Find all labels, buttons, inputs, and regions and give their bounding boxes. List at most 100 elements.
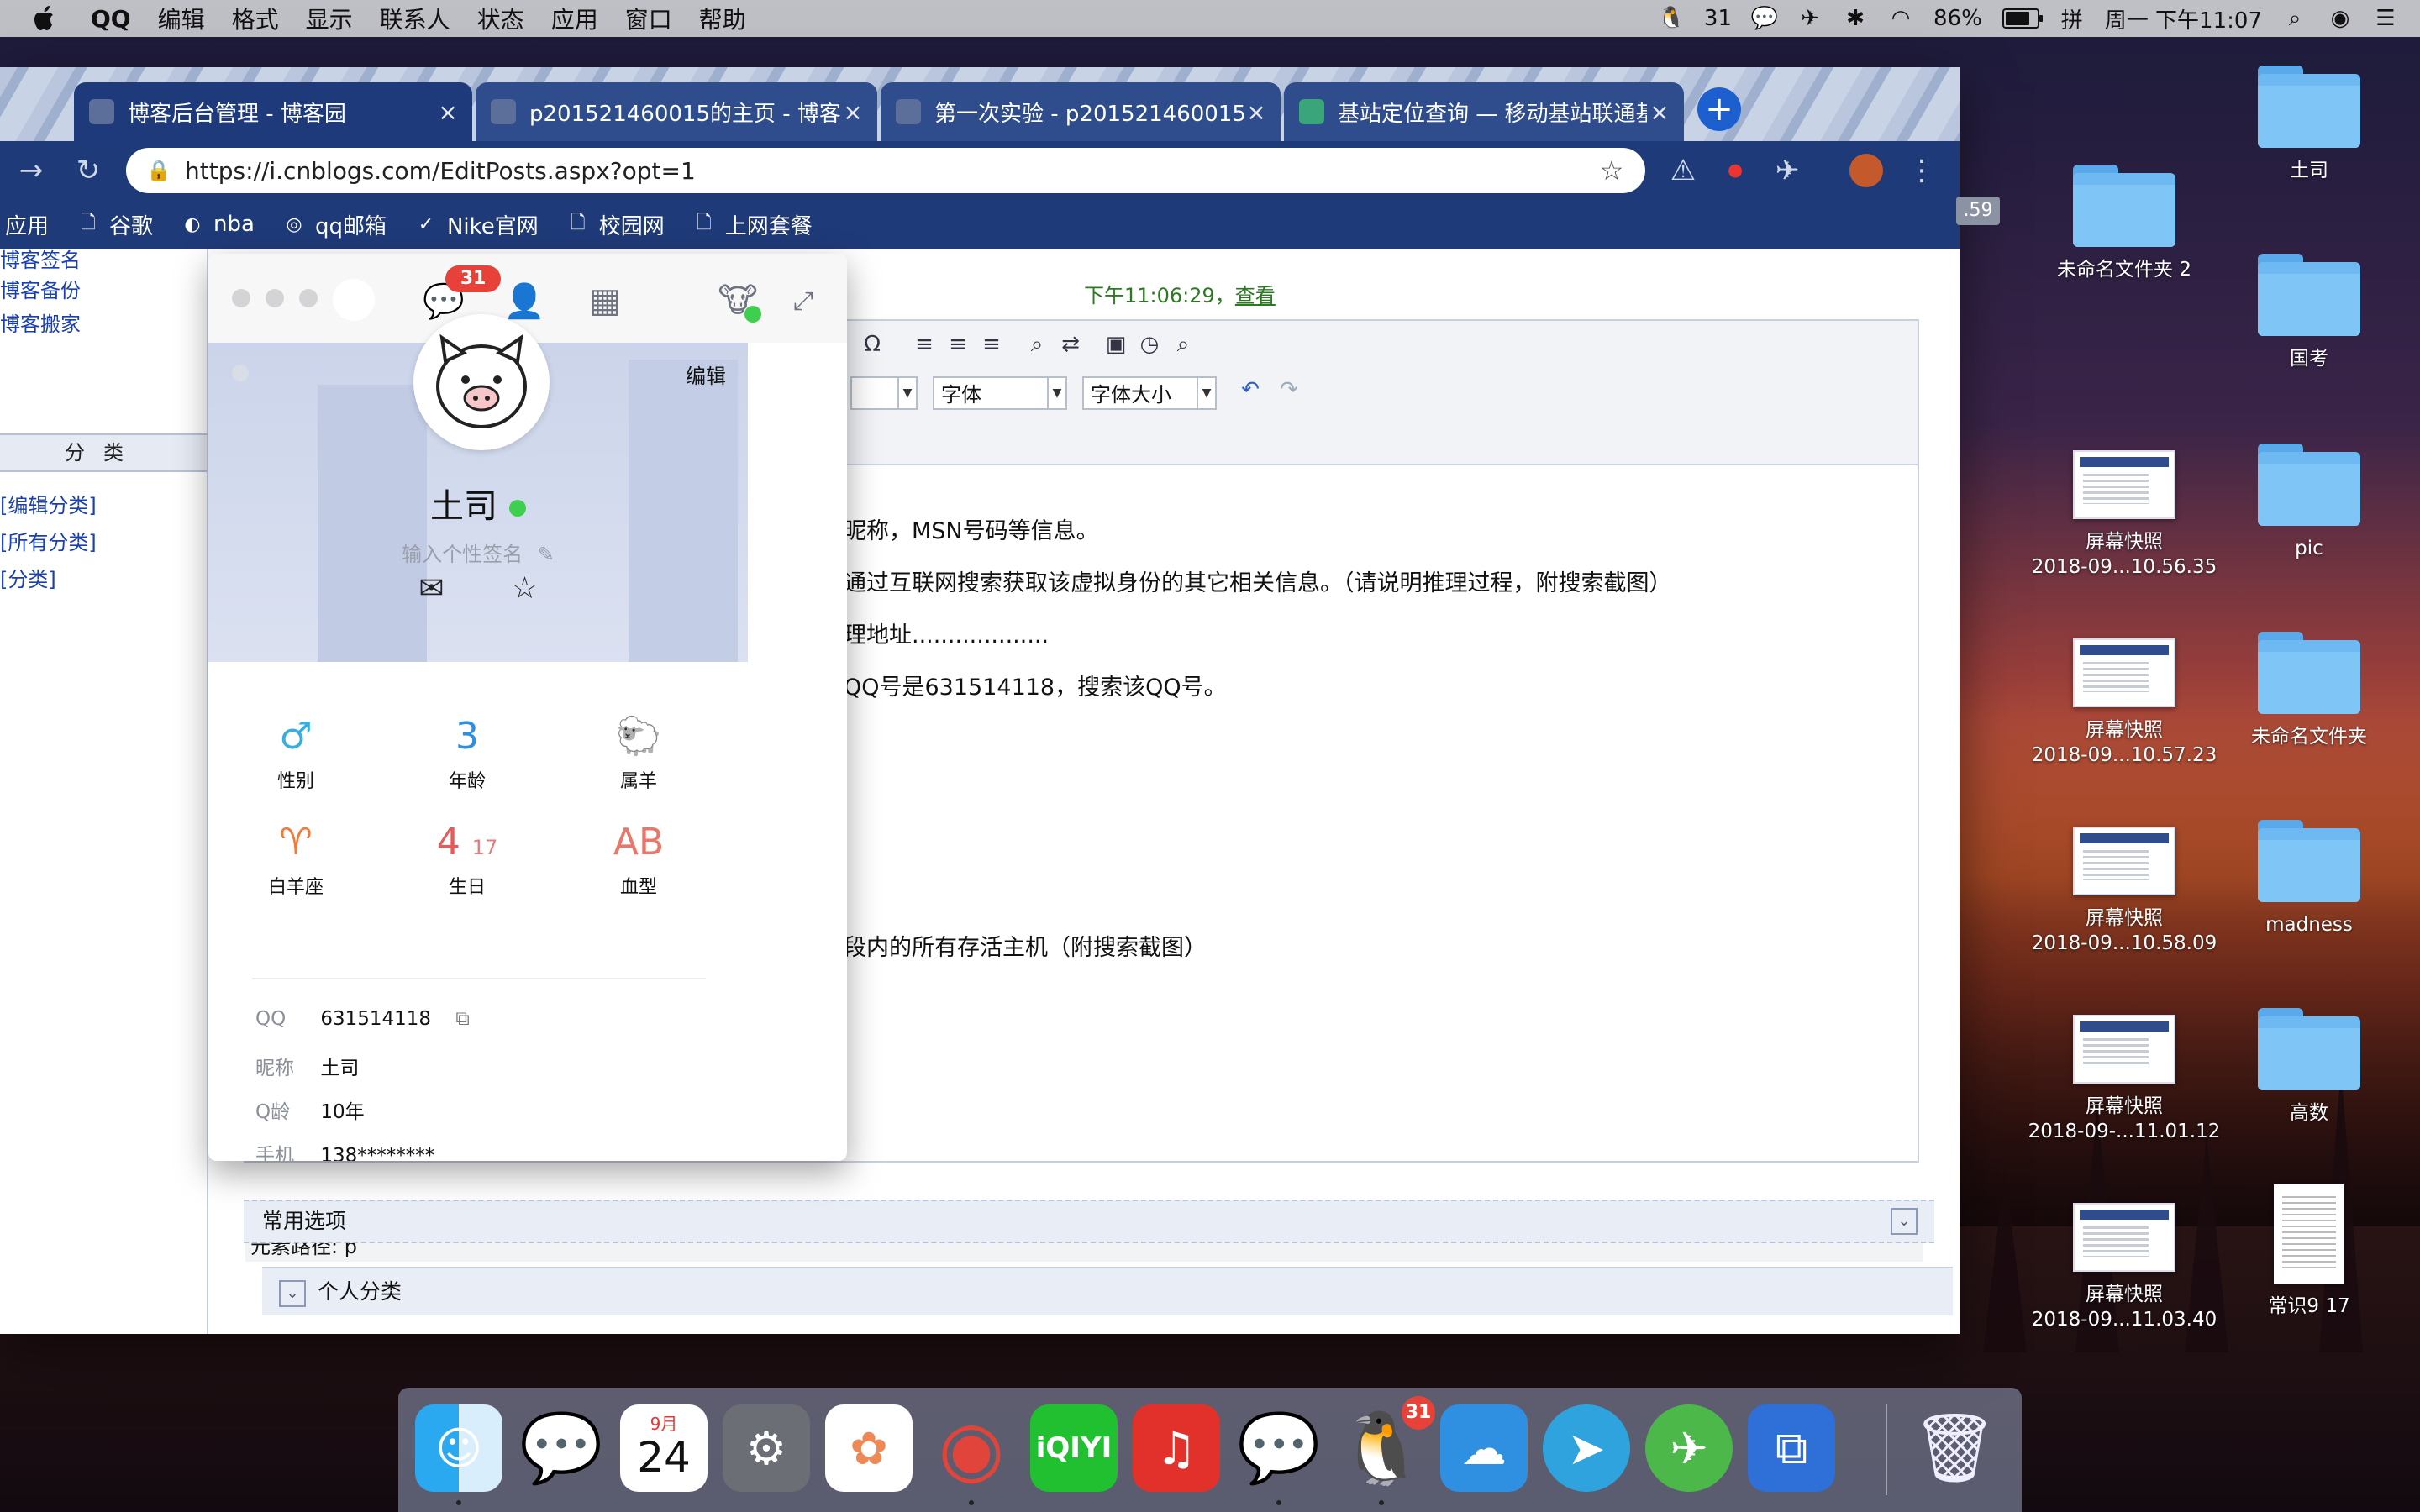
lock-icon[interactable]: 🔒 [146, 159, 171, 182]
font-select[interactable]: 字体 ▼ [933, 376, 1067, 410]
record-extension-icon[interactable]: ⏺ [1716, 151, 1754, 190]
netease-music-icon[interactable]: ♫ [1133, 1404, 1220, 1492]
profile-avatar-pig[interactable] [413, 314, 550, 450]
font-size-select[interactable]: 字体大小 ▼ [1082, 376, 1217, 410]
menubar-clock[interactable]: 周一 下午11:07 [2105, 3, 2262, 34]
menu-app-name[interactable]: QQ [91, 5, 131, 33]
profile-avatar[interactable] [1847, 151, 1886, 190]
link-blog-signature[interactable]: 博客签名 [0, 244, 81, 277]
qq-small-avatar[interactable] [333, 279, 375, 321]
expand-toggle-icon[interactable]: ⌄ [1891, 1208, 1918, 1235]
reload-icon[interactable]: ↻ [69, 151, 108, 190]
menu-edit[interactable]: 编辑 [158, 2, 205, 35]
desktop-folder-guokao[interactable]: 国考 [2225, 254, 2393, 371]
chrome-icon[interactable]: ◉ [928, 1404, 1015, 1493]
bookmark-nike[interactable]: ✓ Nike官网 [415, 209, 539, 240]
desktop-screenshot-3[interactable]: 屏幕快照 2018-09...10.58.09 [2022, 827, 2227, 956]
menu-help[interactable]: 帮助 [699, 2, 746, 35]
window-minimize-button[interactable] [266, 289, 284, 307]
copy-icon[interactable]: ⧉ [455, 1008, 469, 1030]
mail-icon[interactable]: ✉ [410, 571, 452, 606]
tab-base-station[interactable]: 基站定位查询 — 移动基站联通基 × [1284, 82, 1684, 141]
wechat-icon[interactable]: 💬 [1235, 1404, 1323, 1492]
desktop-screenshot-2[interactable]: 屏幕快照 2018-09...10.57.23 [2022, 638, 2227, 768]
replace-icon[interactable]: ⇄ [1057, 331, 1084, 358]
align-center-icon[interactable]: ≡ [944, 331, 971, 358]
desktop-folder-gaoshu[interactable]: 高数 [2225, 1008, 2393, 1126]
desktop-screenshot-4[interactable]: 屏幕快照 2018-09-...11.01.12 [2022, 1015, 2227, 1144]
desktop-folder-untitled-2[interactable]: 未命名文件夹 2 [2040, 165, 2208, 282]
forward-icon[interactable]: → [12, 151, 50, 190]
desktop-document-changshi[interactable]: 常识9 17 [2225, 1184, 2393, 1319]
battery-icon[interactable] [2002, 8, 2043, 29]
siri-icon[interactable]: ◉ [2328, 6, 2353, 31]
parallels-icon[interactable]: ⧉ [1748, 1404, 1835, 1492]
format-select[interactable]: ▼ [850, 376, 918, 410]
view-link[interactable]: 查看 [1235, 284, 1276, 307]
pockity-icon[interactable]: ☁ [1440, 1404, 1528, 1492]
warning-extension-icon[interactable]: ⚠ [1664, 151, 1702, 190]
address-url[interactable]: https://i.cnblogs.com/EditPosts.aspx?opt… [185, 157, 1595, 185]
card-close-dot[interactable] [232, 365, 249, 381]
menu-view[interactable]: 显示 [306, 2, 353, 35]
desktop-folder-untitled[interactable]: 未命名文件夹 [2225, 632, 2393, 749]
plane-extension-icon[interactable]: ✈ [1768, 151, 1807, 190]
desktop-screenshot-1[interactable]: 屏幕快照 2018-09...10.56.35 [2022, 450, 2227, 580]
qq-apps-tab-icon[interactable]: ▦ [581, 277, 629, 324]
desktop-folder-madness[interactable]: madness [2225, 820, 2393, 937]
bookmark-nba[interactable]: ◐ nba [182, 212, 255, 237]
personal-category-bar[interactable]: ⌄ 个人分类 [262, 1267, 1953, 1315]
tab-first-experiment[interactable]: 第一次实验 - p201521460015 - × [881, 82, 1281, 141]
tab-close-icon[interactable]: × [840, 98, 865, 126]
tab-close-icon[interactable]: × [1244, 98, 1269, 126]
link-category[interactable]: [分类] [0, 563, 56, 596]
address-bar[interactable]: 🔒 https://i.cnblogs.com/EditPosts.aspx?o… [126, 148, 1645, 193]
expand-window-icon[interactable]: ⤢ [780, 277, 827, 324]
time-icon[interactable]: ◷ [1136, 331, 1163, 358]
omega-icon[interactable]: Ω [859, 331, 886, 358]
bookmark-campus-net[interactable]: 🗋 校园网 [567, 209, 665, 240]
iqiyi-icon[interactable]: iQIYI [1030, 1404, 1118, 1492]
preview-icon[interactable]: ⌕ [1170, 331, 1197, 358]
redo-icon[interactable]: ↷ [1276, 376, 1302, 403]
find-icon[interactable]: ⌕ [1023, 331, 1050, 358]
expand-toggle-icon[interactable]: ⌄ [279, 1280, 306, 1307]
bookmark-star-icon[interactable]: ☆ [1595, 155, 1628, 186]
desktop-folder-tusi[interactable]: 土司 [2225, 66, 2393, 183]
menu-apps[interactable]: 应用 [551, 2, 598, 35]
wechat-icon[interactable]: 💬 [1751, 6, 1778, 31]
photos-icon[interactable]: ✿ [825, 1404, 913, 1492]
paper-plane-app-icon[interactable]: ✈ [1645, 1404, 1733, 1492]
input-method-icon[interactable]: 拼 [2060, 6, 2085, 34]
undo-icon[interactable]: ↶ [1237, 376, 1264, 403]
menu-format[interactable]: 格式 [232, 2, 279, 35]
signature-input[interactable]: 输入个性签名 ✎ [208, 538, 748, 567]
wifi-icon[interactable]: ◠ [1888, 6, 1913, 31]
bookmark-google[interactable]: 🗋 谷歌 [77, 209, 153, 240]
menu-status[interactable]: 状态 [477, 2, 524, 35]
notification-center-icon[interactable]: ☰ [2373, 6, 2398, 31]
align-left-icon[interactable]: ≡ [911, 331, 938, 358]
align-right-icon[interactable]: ≡ [978, 331, 1005, 358]
edit-profile-link[interactable]: 编辑 [686, 360, 726, 389]
qq-contacts-tab-icon[interactable]: 👤 [501, 277, 548, 324]
desktop-folder-pic[interactable]: pic [2225, 444, 2393, 561]
menu-contacts[interactable]: 联系人 [380, 2, 450, 35]
tab-blog-admin[interactable]: 博客后台管理 - 博客园 × [74, 82, 472, 141]
insert-image-icon[interactable]: ▣ [1102, 331, 1129, 358]
bookmark-data-plan[interactable]: 🗋 上网套餐 [693, 209, 813, 240]
paper-plane-icon[interactable]: ✈ [1797, 6, 1823, 31]
window-close-button[interactable] [232, 289, 250, 307]
apple-icon[interactable] [32, 5, 59, 32]
menu-window[interactable]: 窗口 [625, 2, 672, 35]
trash-icon[interactable]: 🗑 [1911, 1404, 1998, 1492]
system-preferences-icon[interactable]: ⚙ [723, 1404, 810, 1492]
calendar-icon[interactable]: 9月 24 [620, 1404, 708, 1492]
tab-homepage[interactable]: p201521460015的主页 - 博客园 × [476, 82, 877, 141]
bookmark-qq-mail[interactable]: ◎ qq邮箱 [283, 209, 387, 240]
link-blog-backup[interactable]: 博客备份 [0, 274, 81, 307]
tab-close-icon[interactable]: × [1647, 98, 1672, 126]
qq-penguin-icon[interactable]: 🐧 [1658, 6, 1685, 31]
edit-pencil-icon[interactable]: ✎ [538, 543, 555, 566]
common-options-bar[interactable]: 常用选项 ⌄ [244, 1200, 1934, 1243]
